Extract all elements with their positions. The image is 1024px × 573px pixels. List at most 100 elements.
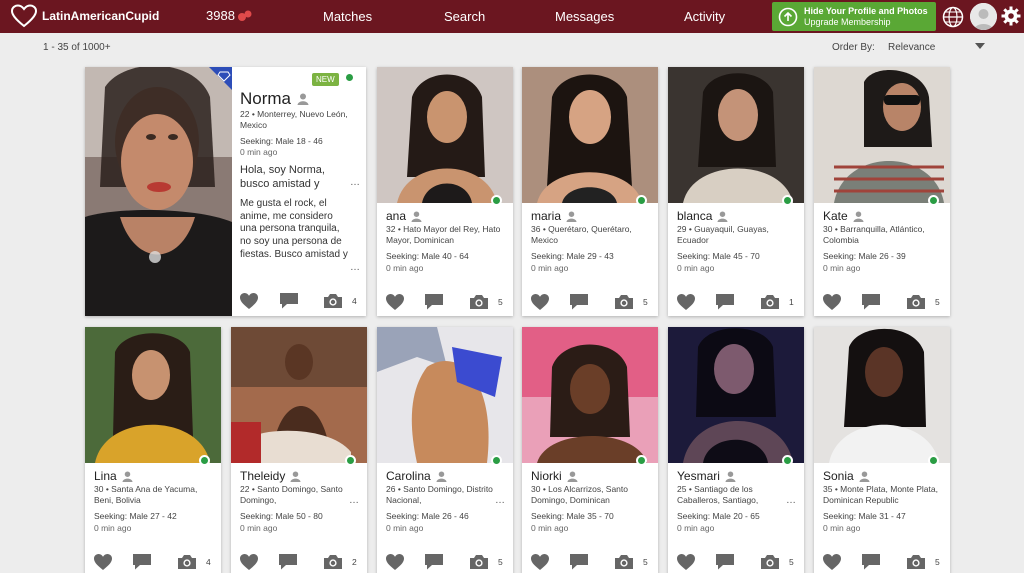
profile-name-text: Theleidy xyxy=(240,469,286,483)
profile-last-active: 0 min ago xyxy=(386,523,424,533)
like-icon[interactable] xyxy=(676,553,696,571)
profile-photo[interactable] xyxy=(85,67,232,316)
profile-card[interactable]: blanca 29 • Guayaquil, Guayas, Ecuador S… xyxy=(668,67,804,316)
camera-icon[interactable] xyxy=(323,554,343,570)
profile-name[interactable]: Carolina xyxy=(386,469,447,483)
profile-photo[interactable] xyxy=(377,67,513,203)
like-icon[interactable] xyxy=(385,553,405,571)
like-icon[interactable] xyxy=(676,293,696,311)
message-icon[interactable] xyxy=(861,293,881,311)
nav-matches[interactable]: Matches xyxy=(323,9,372,24)
featured-profile-card[interactable]: NEW Norma 22 • Monterrey, Nuevo León, Me… xyxy=(85,67,366,316)
profile-card[interactable]: Sonia 35 • Monte Plata, Monte Plata, Dom… xyxy=(814,327,950,573)
card-actions: 1 xyxy=(676,293,800,309)
profile-photo[interactable] xyxy=(522,327,658,463)
profile-name-text: blanca xyxy=(677,209,713,223)
profile-name[interactable]: Theleidy xyxy=(240,469,301,483)
nav-search[interactable]: Search xyxy=(444,9,485,24)
profile-location: 26 • Santo Domingo, Distrito Nacional, xyxy=(386,484,493,505)
user-icon xyxy=(411,211,422,222)
chevron-down-icon[interactable] xyxy=(975,43,985,49)
user-icon xyxy=(566,211,577,222)
camera-icon[interactable] xyxy=(469,294,489,310)
profile-photo[interactable] xyxy=(377,327,513,463)
profile-name[interactable]: blanca xyxy=(677,209,728,223)
upgrade-promo-button[interactable]: Hide Your Profile and Photos Upgrade Mem… xyxy=(772,2,936,31)
profile-name[interactable]: Norma xyxy=(240,89,309,109)
message-icon[interactable] xyxy=(569,553,589,571)
camera-icon[interactable] xyxy=(906,294,926,310)
photo-count: 5 xyxy=(498,557,503,567)
message-icon[interactable] xyxy=(715,553,735,571)
user-icon xyxy=(436,471,447,482)
camera-icon[interactable] xyxy=(469,554,489,570)
profile-card[interactable]: maria 36 • Querétaro, Querétaro, Mexico … xyxy=(522,67,658,316)
site-logo[interactable]: LatinAmericanCupid xyxy=(10,4,159,28)
profile-card[interactable]: Lina 30 • Santa Ana de Yacuma, Beni, Bol… xyxy=(85,327,221,573)
user-icon xyxy=(122,471,133,482)
profile-name[interactable]: Sonia xyxy=(823,469,870,483)
globe-icon[interactable] xyxy=(942,6,964,28)
profile-name-text: Yesmari xyxy=(677,469,720,483)
profile-photo[interactable] xyxy=(231,327,367,463)
ellipsis: … xyxy=(350,262,360,273)
profile-card[interactable]: Kate 30 • Barranquilla, Atlántico, Colom… xyxy=(814,67,950,316)
profile-card[interactable]: Yesmari 25 • Santiago de los Caballeros,… xyxy=(668,327,804,573)
message-icon[interactable] xyxy=(279,292,299,310)
camera-icon[interactable] xyxy=(906,554,926,570)
camera-icon[interactable] xyxy=(614,294,634,310)
profile-photo[interactable] xyxy=(668,327,804,463)
card-actions: 5 xyxy=(822,553,946,569)
camera-icon[interactable] xyxy=(323,293,343,309)
like-icon[interactable] xyxy=(822,293,842,311)
gear-icon[interactable] xyxy=(1001,6,1021,26)
profile-name[interactable]: Lina xyxy=(94,469,133,483)
like-icon[interactable] xyxy=(530,293,550,311)
message-icon[interactable] xyxy=(132,553,152,571)
like-icon[interactable] xyxy=(239,292,259,310)
like-icon[interactable] xyxy=(822,553,842,571)
message-icon[interactable] xyxy=(424,293,444,311)
nav-activity[interactable]: Activity xyxy=(684,9,725,24)
profile-photo[interactable] xyxy=(668,67,804,203)
interests-counter[interactable]: 3988 xyxy=(206,8,253,23)
camera-icon[interactable] xyxy=(614,554,634,570)
profile-photo[interactable] xyxy=(814,67,950,203)
order-by-select[interactable]: Relevance xyxy=(888,42,935,53)
profile-photo[interactable] xyxy=(814,327,950,463)
profile-name[interactable]: Yesmari xyxy=(677,469,736,483)
profile-last-active: 0 min ago xyxy=(677,263,715,273)
message-icon[interactable] xyxy=(861,553,881,571)
profile-name[interactable]: ana xyxy=(386,209,422,223)
profile-photo[interactable] xyxy=(522,67,658,203)
profile-photo[interactable] xyxy=(85,327,221,463)
profile-card[interactable]: ana 32 • Hato Mayor del Rey, Hato Mayor,… xyxy=(377,67,513,316)
message-icon[interactable] xyxy=(278,553,298,571)
profile-last-active: 0 min ago xyxy=(240,147,278,157)
profile-name[interactable]: Kate xyxy=(823,209,864,223)
message-icon[interactable] xyxy=(424,553,444,571)
message-icon[interactable] xyxy=(715,293,735,311)
nav-messages[interactable]: Messages xyxy=(555,9,614,24)
profile-seeking: Seeking: Male 35 - 70 xyxy=(531,511,614,521)
like-icon[interactable] xyxy=(530,553,550,571)
camera-icon[interactable] xyxy=(760,294,780,310)
profile-name[interactable]: maria xyxy=(531,209,577,223)
like-icon[interactable] xyxy=(385,293,405,311)
photo-count: 2 xyxy=(352,557,357,567)
camera-icon[interactable] xyxy=(760,554,780,570)
profile-card[interactable]: Carolina 26 • Santo Domingo, Distrito Na… xyxy=(377,327,513,573)
profile-name-text: Carolina xyxy=(386,469,431,483)
profile-card[interactable]: Theleidy 22 • Santo Domingo, Santo Domin… xyxy=(231,327,367,573)
profile-avatar[interactable] xyxy=(970,3,997,30)
like-icon[interactable] xyxy=(93,553,113,571)
profile-card[interactable]: Niorki 30 • Los Alcarrizos, Santo Doming… xyxy=(522,327,658,573)
profile-name[interactable]: Niorki xyxy=(531,469,578,483)
message-icon[interactable] xyxy=(569,293,589,311)
online-indicator xyxy=(344,72,355,83)
profile-name-text: Kate xyxy=(823,209,848,223)
online-indicator xyxy=(345,455,356,466)
profile-seeking: Seeking: Male 50 - 80 xyxy=(240,511,323,521)
camera-icon[interactable] xyxy=(177,554,197,570)
like-icon[interactable] xyxy=(239,553,259,571)
